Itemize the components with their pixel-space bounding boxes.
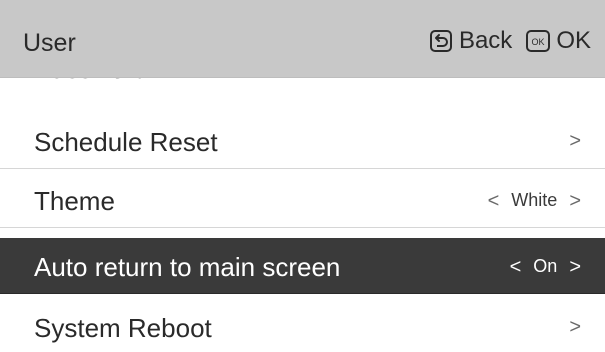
back-icon: [429, 29, 453, 53]
list-item-label: System Reboot: [34, 313, 212, 343]
back-label: Back: [458, 27, 513, 54]
svg-text:OK: OK: [532, 37, 545, 47]
chevron-right-icon: >: [569, 316, 581, 338]
header-bar: User Back OK OK: [0, 0, 605, 78]
list-item-system-reboot[interactable]: System Reboot >: [0, 299, 605, 352]
list-item-auto-return[interactable]: Auto return to main screen < On >: [0, 238, 605, 294]
list-item-value: >: [569, 131, 581, 151]
header-actions: Back OK OK: [429, 27, 591, 55]
list-item-theme[interactable]: Theme < White >: [0, 172, 605, 228]
settings-screen: Password On > User Back: [0, 0, 605, 352]
list-item-value: < On >: [510, 256, 581, 277]
ok-label: OK: [556, 27, 591, 54]
chevron-right-icon[interactable]: >: [569, 257, 581, 277]
list-item-value: < White >: [488, 190, 581, 211]
list-item-label: Theme: [34, 186, 115, 216]
ok-button[interactable]: OK OK: [526, 27, 591, 55]
list-item-schedule-reset[interactable]: Schedule Reset >: [0, 113, 605, 169]
value-text: White: [511, 190, 558, 210]
value-text: On: [533, 256, 558, 276]
chevron-left-icon[interactable]: <: [510, 257, 522, 277]
chevron-right-icon: >: [569, 130, 581, 152]
ok-icon: OK: [526, 29, 551, 53]
back-button[interactable]: Back: [429, 27, 512, 55]
chevron-right-icon[interactable]: >: [569, 191, 581, 211]
list-item-value: >: [569, 317, 581, 337]
page-title: User: [23, 29, 76, 57]
list-item-label: Schedule Reset: [34, 127, 218, 157]
list-item-label: Auto return to main screen: [34, 252, 341, 282]
chevron-left-icon[interactable]: <: [488, 191, 500, 211]
